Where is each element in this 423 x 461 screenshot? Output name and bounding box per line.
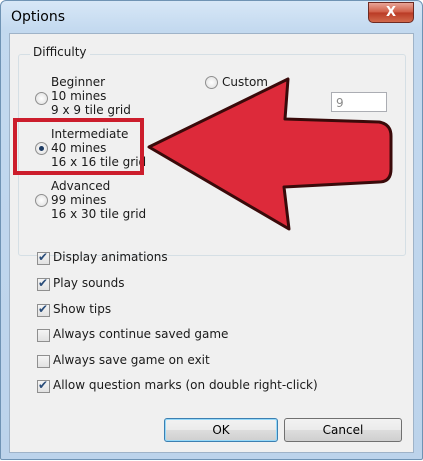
red-arrow-icon xyxy=(147,77,393,231)
options-dialog: Options X Difficulty Beginner 10 mines 9… xyxy=(0,0,423,460)
